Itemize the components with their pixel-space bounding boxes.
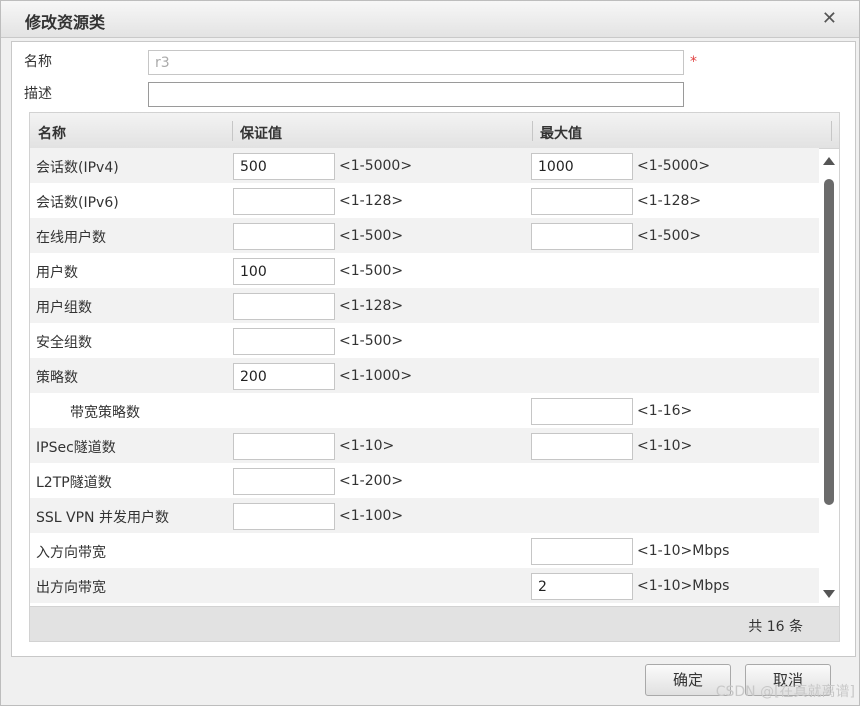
name-input[interactable] xyxy=(148,50,684,75)
scroll-down-icon[interactable] xyxy=(823,590,835,598)
max-value-input[interactable] xyxy=(531,538,633,565)
resource-name: 策略数 xyxy=(36,370,78,386)
resource-name: L2TP隧道数 xyxy=(36,475,112,491)
resource-name: 入方向带宽 xyxy=(36,545,106,561)
resource-name: 会话数(IPv6) xyxy=(36,195,119,211)
guaranteed-value-input[interactable] xyxy=(233,258,335,285)
max-range: <1-5000> xyxy=(637,158,711,174)
resource-name: 会话数(IPv4) xyxy=(36,160,119,176)
description-label: 描述 xyxy=(24,86,52,102)
dialog-title: 修改资源类 xyxy=(25,13,106,32)
guaranteed-value-input[interactable] xyxy=(233,153,335,180)
guaranteed-value-input[interactable] xyxy=(233,503,335,530)
guaranteed-value-input[interactable] xyxy=(233,328,335,355)
total-count: 共 16 条 xyxy=(748,619,803,635)
guaranteed-range: <1-128> xyxy=(339,298,404,314)
table-row: 用户数 <1-500> xyxy=(30,253,819,288)
header-separator xyxy=(532,121,533,141)
guaranteed-value-input[interactable] xyxy=(233,433,335,460)
close-icon[interactable]: ✕ xyxy=(822,8,837,29)
table-row: 安全组数 <1-500> xyxy=(30,323,819,358)
table-row: 入方向带宽 <1-10>Mbps xyxy=(30,533,819,568)
resource-name: SSL VPN 并发用户数 xyxy=(36,510,169,526)
guaranteed-range: <1-5000> xyxy=(339,158,413,174)
resource-name: 带宽策略数 xyxy=(70,405,140,421)
required-mark: * xyxy=(690,54,697,70)
table-row: 策略数 <1-1000> xyxy=(30,358,819,393)
header-separator xyxy=(831,121,832,141)
resource-name: 出方向带宽 xyxy=(36,580,106,596)
max-range: <1-128> xyxy=(637,193,702,209)
max-value-input[interactable] xyxy=(531,573,633,600)
guaranteed-value-input[interactable] xyxy=(233,468,335,495)
table-row: SSL VPN 并发用户数 <1-100> xyxy=(30,498,819,533)
resource-name: 用户数 xyxy=(36,265,78,281)
resource-name: 用户组数 xyxy=(36,300,92,316)
table-row: IPSec隧道数 <1-10> <1-10> xyxy=(30,428,819,463)
guaranteed-range: <1-200> xyxy=(339,473,404,489)
scrollbar-thumb[interactable] xyxy=(824,179,834,505)
resource-name: 安全组数 xyxy=(36,335,92,351)
header-name: 名称 xyxy=(38,126,66,142)
guaranteed-value-input[interactable] xyxy=(233,293,335,320)
max-value-input[interactable] xyxy=(531,188,633,215)
guaranteed-range: <1-1000> xyxy=(339,368,413,384)
guaranteed-range: <1-500> xyxy=(339,228,404,244)
guaranteed-range: <1-100> xyxy=(339,508,404,524)
grid-footer: 共 16 条 xyxy=(30,606,839,641)
max-range: <1-10>Mbps xyxy=(637,543,730,559)
max-range: <1-16> xyxy=(637,403,693,419)
max-range: <1-10> xyxy=(637,438,693,454)
guaranteed-range: <1-500> xyxy=(339,263,404,279)
max-value-input[interactable] xyxy=(531,223,633,250)
header-max: 最大值 xyxy=(540,126,582,142)
resource-name: 在线用户数 xyxy=(36,230,106,246)
table-row: 在线用户数 <1-500> <1-500> xyxy=(30,218,819,253)
guaranteed-range: <1-10> xyxy=(339,438,395,454)
guaranteed-value-input[interactable] xyxy=(233,188,335,215)
table-row: 带宽策略数 <1-16> xyxy=(30,393,819,428)
resource-name: IPSec隧道数 xyxy=(36,440,116,456)
max-value-input[interactable] xyxy=(531,433,633,460)
guaranteed-range: <1-128> xyxy=(339,193,404,209)
table-row: L2TP隧道数 <1-200> xyxy=(30,463,819,498)
max-value-input[interactable] xyxy=(531,398,633,425)
max-range: <1-10>Mbps xyxy=(637,578,730,594)
guaranteed-value-input[interactable] xyxy=(233,223,335,250)
table-row: 用户组数 <1-128> xyxy=(30,288,819,323)
grid-header: 名称 保证值 最大值 xyxy=(30,113,839,149)
edit-resource-class-dialog: 修改资源类 ✕ 名称 * 描述 名称 保证值 最大值 会话数(IPv4) <1-5… xyxy=(0,0,860,706)
scroll-up-icon[interactable] xyxy=(823,157,835,165)
dialog-content: 名称 * 描述 名称 保证值 最大值 会话数(IPv4) <1-5000> <1-5… xyxy=(11,41,856,657)
max-value-input[interactable] xyxy=(531,153,633,180)
table-row: 会话数(IPv4) <1-5000> <1-5000> xyxy=(30,148,819,183)
guaranteed-value-input[interactable] xyxy=(233,363,335,390)
table-row: 出方向带宽 <1-10>Mbps xyxy=(30,568,819,603)
table-row: 会话数(IPv6) <1-128> <1-128> xyxy=(30,183,819,218)
dialog-titlebar: 修改资源类 ✕ xyxy=(1,1,859,38)
watermark: CSDN @[在真就离谱] xyxy=(715,684,855,700)
description-input[interactable] xyxy=(148,82,684,107)
name-label: 名称 xyxy=(24,54,52,70)
resource-grid: 名称 保证值 最大值 会话数(IPv4)<1-5000><1-5000>会话数(… xyxy=(29,112,840,642)
grid-scrollbar[interactable] xyxy=(819,149,839,606)
header-separator xyxy=(232,121,233,141)
max-range: <1-500> xyxy=(637,228,702,244)
guaranteed-range: <1-500> xyxy=(339,333,404,349)
header-guaranteed: 保证值 xyxy=(240,126,282,142)
